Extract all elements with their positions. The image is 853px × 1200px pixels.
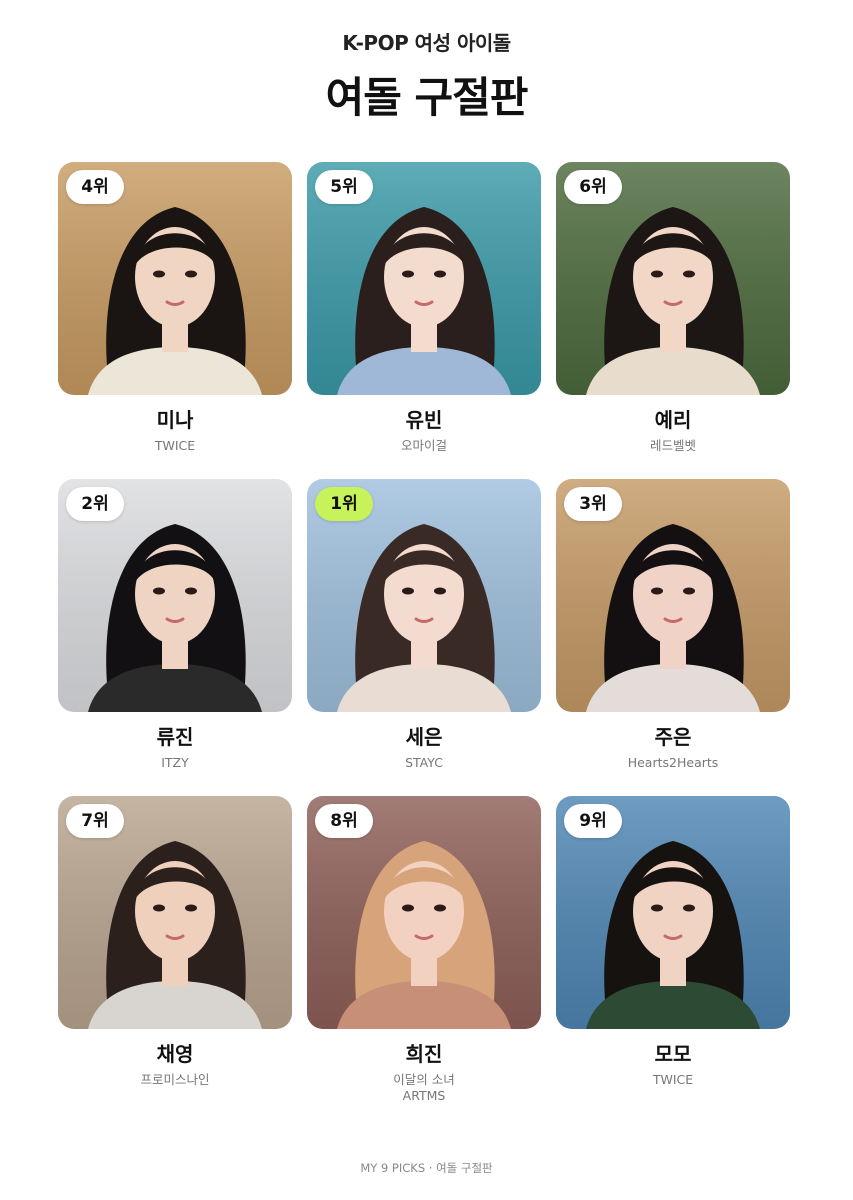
idol-name: 세은 [405,725,443,749]
rank-badge: 1위 [315,487,373,521]
idol-name: 류진 [156,725,194,749]
idol-card[interactable]: 3위주은 Hearts2Hearts [556,479,790,796]
idol-group: 오마이걸 [400,438,447,453]
idol-group: TWICE [652,1072,694,1087]
page-subtitle: K-POP 여성 아이돌 [342,31,511,55]
idol-card[interactable]: 4위미나 TWICE [58,162,292,479]
idol-name: 채영 [156,1042,194,1066]
idol-name: 주은 [654,725,692,749]
idol-name: 예리 [654,408,692,432]
idol-group: 프로미스나인 [140,1072,210,1087]
idol-photo: 6위 [556,162,790,395]
idol-name: 미나 [156,408,194,432]
rank-badge: 8위 [315,804,373,838]
idol-photo: 2위 [58,479,292,712]
idol-card[interactable]: 9위모모 TWICE [556,796,790,1113]
idol-card[interactable]: 1위세은 STAYC [307,479,541,796]
idol-photo: 3위 [556,479,790,712]
rank-badge: 7위 [66,804,124,838]
idol-group: 레드벨벳 [649,438,696,453]
idol-photo: 9위 [556,796,790,1029]
idol-group: TWICE [154,438,196,453]
footer-text: MY 9 PICKS · 여돌 구절판 [360,1161,493,1175]
idol-name: 유빈 [405,408,443,432]
idol-group: ITZY [161,755,189,770]
header: K-POP 여성 아이돌 여돌 구절판 [0,30,853,124]
idol-card[interactable]: 6위예리레드벨벳 [556,162,790,479]
idol-card[interactable]: 5위유빈오마이걸 [307,162,541,479]
idol-photo: 4위 [58,162,292,395]
idol-card[interactable]: 8위희진이달의 소녀 ARTMS [307,796,541,1113]
idol-group: STAYC [405,755,443,770]
rank-badge: 4위 [66,170,124,204]
idol-card[interactable]: 2위류진 ITZY [58,479,292,796]
idol-photo: 5위 [307,162,541,395]
rank-badge: 2위 [66,487,124,521]
idol-photo: 7위 [58,796,292,1029]
page-title: 여돌 구절판 [325,73,529,122]
idol-name: 모모 [654,1042,692,1066]
idol-card[interactable]: 7위채영프로미스나인 [58,796,292,1113]
idol-group: 이달의 소녀 ARTMS [393,1072,455,1103]
rank-badge: 6위 [564,170,622,204]
rank-badge: 5위 [315,170,373,204]
idol-grid: 4위 미나 TWICE 5위 유빈 오마이걸 6위 예리 레드벨벳 2위 류진 ITZY 1위 세은 STA… [58,162,790,1113]
idol-name: 희진 [405,1042,443,1066]
idol-photo: 1위 [307,479,541,712]
rank-badge: 3위 [564,487,622,521]
rank-badge: 9위 [564,804,622,838]
idol-photo: 8위 [307,796,541,1029]
idol-group: Hearts2Hearts [627,755,719,770]
